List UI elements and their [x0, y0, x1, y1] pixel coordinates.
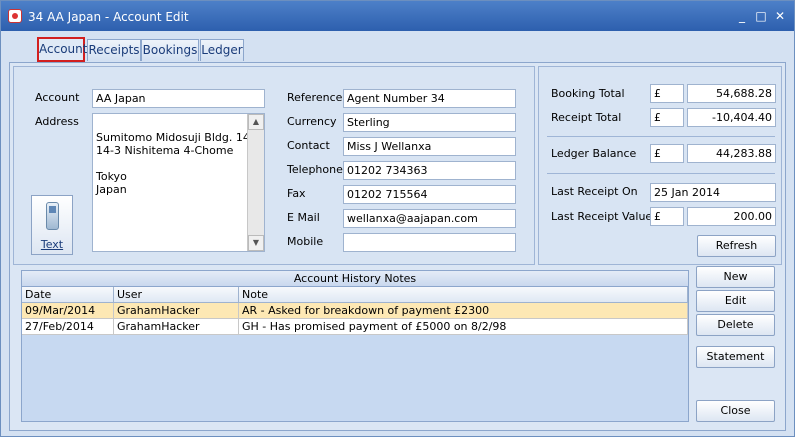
reference-label: Reference	[287, 91, 343, 104]
text-button-label: Text	[40, 238, 64, 251]
address-text: Sumitomo Midosuji Bldg. 14F 14-3 Nishite…	[96, 131, 257, 196]
mobile-label: Mobile	[287, 235, 324, 248]
maximize-icon[interactable]: □	[753, 8, 769, 24]
receipt-total-currency[interactable]: £	[650, 108, 684, 127]
account-field[interactable]: AA Japan	[92, 89, 265, 108]
tab-bookings[interactable]: Bookings	[141, 39, 199, 61]
ledger-balance-field[interactable]: 44,283.88	[687, 144, 776, 163]
notes-title: Account History Notes	[22, 271, 688, 287]
contact-field[interactable]: Miss J Wellanxa	[343, 137, 516, 156]
row-user: GrahamHacker	[114, 303, 239, 319]
email-field[interactable]: wellanxa@aajapan.com	[343, 209, 516, 228]
tab-ledger[interactable]: Ledger	[200, 39, 244, 61]
last-receipt-on-field[interactable]: 25 Jan 2014	[650, 183, 776, 202]
currency-field[interactable]: Sterling	[343, 113, 516, 132]
last-receipt-value-field[interactable]: 200.00	[687, 207, 776, 226]
tab-account[interactable]: Account	[37, 37, 87, 62]
totals-group: Booking Total £ 54,688.28 Receipt Total …	[538, 66, 782, 265]
divider	[547, 173, 775, 174]
row-note: AR - Asked for breakdown of payment £230…	[239, 303, 688, 319]
ledger-balance-label: Ledger Balance	[551, 147, 637, 160]
refresh-button[interactable]: Refresh	[697, 235, 776, 257]
fax-field[interactable]: 01202 715564	[343, 185, 516, 204]
window-title: 34 AA Japan - Account Edit	[28, 10, 189, 24]
edit-button[interactable]: Edit	[696, 290, 775, 312]
row-date: 27/Feb/2014	[22, 319, 114, 335]
ledger-balance-currency[interactable]: £	[650, 144, 684, 163]
email-label: E Mail	[287, 211, 320, 224]
fax-label: Fax	[287, 187, 306, 200]
app-icon	[8, 9, 22, 23]
delete-button[interactable]: Delete	[696, 314, 775, 336]
last-receipt-value-currency[interactable]: £	[650, 207, 684, 226]
mobile-field[interactable]	[343, 233, 516, 252]
table-row[interactable]: 09/Mar/2014 GrahamHacker AR - Asked for …	[22, 303, 688, 319]
tab-receipts[interactable]: Receipts	[87, 39, 141, 61]
tab-strip: Account Receipts Bookings Ledger	[1, 31, 794, 62]
account-history-notes: Account History Notes Date User Note 09/…	[21, 270, 689, 422]
new-button[interactable]: New	[696, 266, 775, 288]
statement-button[interactable]: Statement	[696, 346, 775, 368]
mobile-phone-icon	[46, 202, 59, 230]
booking-total-currency[interactable]: £	[650, 84, 684, 103]
telephone-field[interactable]: 01202 734363	[343, 161, 516, 180]
address-scrollbar[interactable]: ▲ ▼	[247, 114, 264, 251]
address-label: Address	[35, 115, 79, 128]
contact-label: Contact	[287, 139, 330, 152]
booking-total-label: Booking Total	[551, 87, 625, 100]
column-header-date[interactable]: Date	[22, 287, 114, 303]
booking-total-field[interactable]: 54,688.28	[687, 84, 776, 103]
title-bar: 34 AA Japan - Account Edit _ □ ✕	[1, 1, 794, 31]
account-panel: Account AA Japan Address Sumitomo Midosu…	[9, 62, 786, 431]
reference-field[interactable]: Agent Number 34	[343, 89, 516, 108]
receipt-total-label: Receipt Total	[551, 111, 622, 124]
column-header-user[interactable]: User	[114, 287, 239, 303]
last-receipt-on-label: Last Receipt On	[551, 185, 638, 198]
row-note: GH - Has promised payment of £5000 on 8/…	[239, 319, 688, 335]
table-row[interactable]: 27/Feb/2014 GrahamHacker GH - Has promis…	[22, 319, 688, 335]
currency-label: Currency	[287, 115, 337, 128]
scroll-up-icon[interactable]: ▲	[248, 114, 264, 130]
row-date: 09/Mar/2014	[22, 303, 114, 319]
details-group: Account AA Japan Address Sumitomo Midosu…	[13, 66, 535, 265]
last-receipt-value-label: Last Receipt Value	[551, 210, 653, 223]
close-icon[interactable]: ✕	[772, 8, 788, 24]
account-edit-window: 34 AA Japan - Account Edit _ □ ✕ Account…	[0, 0, 795, 437]
row-user: GrahamHacker	[114, 319, 239, 335]
close-button[interactable]: Close	[696, 400, 775, 422]
scroll-down-icon[interactable]: ▼	[248, 235, 264, 251]
telephone-label: Telephone	[287, 163, 343, 176]
column-header-note[interactable]: Note	[239, 287, 688, 303]
divider	[547, 136, 775, 137]
text-button[interactable]: Text	[31, 195, 73, 255]
receipt-total-field[interactable]: -10,404.40	[687, 108, 776, 127]
address-field[interactable]: Sumitomo Midosuji Bldg. 14F 14-3 Nishite…	[92, 113, 265, 252]
account-label: Account	[35, 91, 80, 104]
minimize-icon[interactable]: _	[734, 8, 750, 24]
